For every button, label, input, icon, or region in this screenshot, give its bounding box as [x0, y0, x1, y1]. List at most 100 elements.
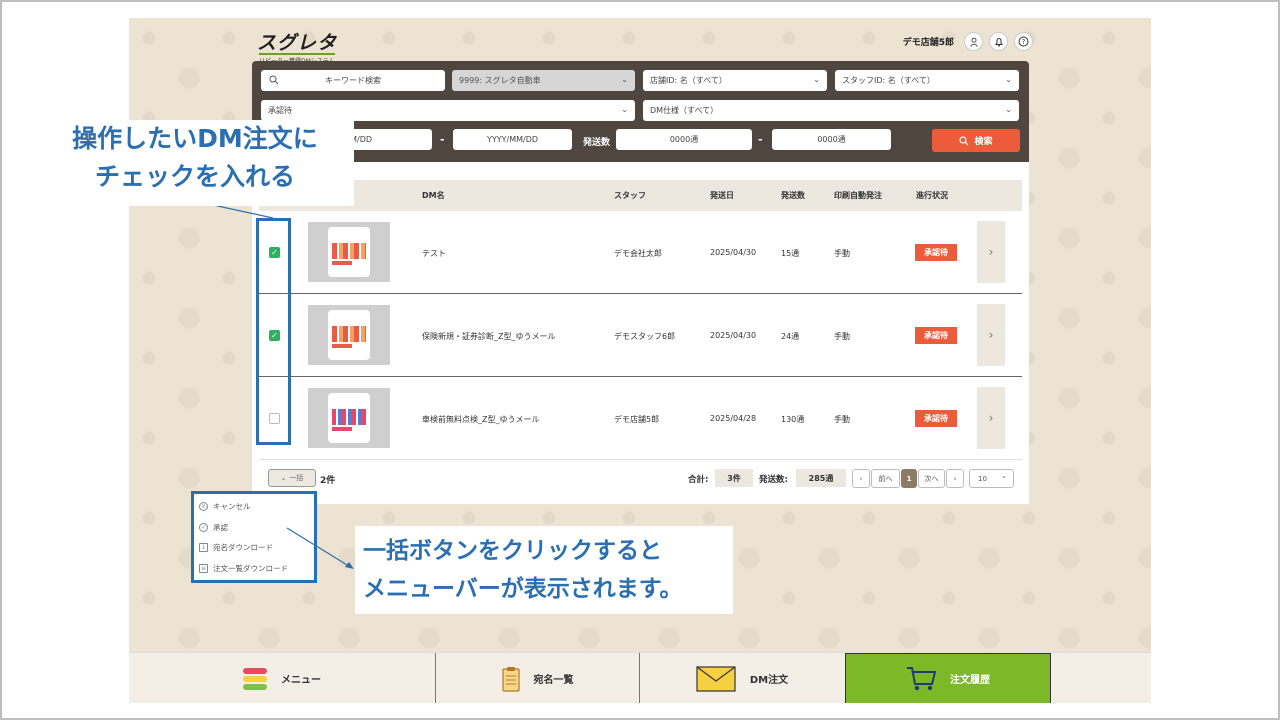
dm-name-cell: テスト [422, 249, 446, 258]
per-page-value: 10 [978, 474, 987, 483]
table-row[interactable]: 車検前無料点検_Z型_ゆうメール デモ店舗5郎 2025/04/28 130通 … [259, 377, 1022, 460]
callout-bulk-line2: メニューバーが表示されます。 [363, 576, 683, 602]
company-select[interactable]: 9999: スグレタ自動車 ⌄ [452, 70, 635, 91]
table-row[interactable]: ✓ テスト デモ会社太郎 2025/04/30 15通 手動 承認待 › [259, 211, 1022, 294]
checkbox-highlight-frame [256, 218, 291, 445]
nav-order-history[interactable]: 注文履歴 [845, 653, 1051, 703]
send-date-cell: 2025/04/30 [710, 248, 757, 257]
column-dm-name: DM名 [422, 191, 445, 200]
logo-text: スグレタ [257, 32, 338, 54]
column-send-count: 発送数 [781, 191, 805, 200]
auto-order-cell: 手動 [834, 332, 850, 341]
column-auto-order: 印刷自動発注 [834, 191, 882, 200]
chevron-right-icon[interactable]: › [977, 221, 1005, 283]
sent-label: 発送数: [759, 475, 788, 485]
callout-bulk-line1: 一括ボタンをクリックすると [363, 538, 662, 564]
nav-address-list-label: 宛名一覧 [533, 675, 574, 686]
count-from-input[interactable]: 0000通 [616, 129, 752, 150]
column-status: 進行状況 [916, 191, 948, 200]
chevron-down-icon: ⌄ [621, 75, 628, 84]
chevron-down-icon: ⌄ [1005, 105, 1012, 114]
column-staff: スタッフ [614, 191, 646, 200]
page-1-button[interactable]: 1 [901, 469, 917, 488]
prev-page-button[interactable]: 前へ [871, 469, 900, 488]
sent-value: 285通 [796, 469, 846, 487]
search-button[interactable]: 検索 [932, 129, 1020, 152]
chevron-down-icon: ⌄ [621, 105, 628, 114]
dm-thumbnail [308, 222, 390, 282]
chevron-right-icon[interactable]: › [977, 387, 1005, 449]
chevron-right-icon[interactable]: › [946, 469, 964, 488]
send-count-cell: 15通 [781, 249, 800, 258]
search-button-label: 検索 [974, 137, 993, 147]
send-count-cell: 130通 [781, 415, 805, 424]
staff-select[interactable]: スタッフID: 名（すべて） ⌄ [835, 70, 1019, 91]
user-name: デモ店舗5郎 [902, 38, 954, 48]
selected-count: 2件 [320, 476, 336, 486]
shopping-cart-icon [907, 666, 936, 690]
date-to-placeholder: YYYY/MM/DD [486, 135, 539, 144]
auto-order-cell: 手動 [834, 249, 850, 258]
chevron-down-icon: ⌄ [280, 474, 287, 482]
count-from-placeholder: 0000通 [669, 135, 699, 144]
status-select[interactable]: 承認待 ⌄ [261, 100, 635, 121]
per-page-select[interactable]: 10 ⌄ [969, 469, 1014, 488]
nav-address-list[interactable]: 宛名一覧 [436, 653, 639, 703]
staff-cell: デモスタッフ6郎 [614, 332, 676, 341]
bottom-nav: メニュー 宛名一覧 DM注文 注文履歴 [129, 652, 1151, 703]
nav-menu[interactable]: メニュー [129, 653, 435, 703]
date-to-input[interactable]: YYYY/MM/DD [453, 129, 572, 150]
status-badge: 承認待 [915, 410, 957, 427]
send-date-cell: 2025/04/28 [710, 414, 757, 423]
count-to-placeholder: 0000通 [817, 135, 846, 144]
dm-thumbnail [308, 388, 390, 448]
store-select[interactable]: 店舗ID: 名（すべて） ⌄ [643, 70, 827, 91]
dm-name-cell: 保険新規・証券診断_Z型_ゆうメール [422, 332, 556, 341]
dm-thumbnail [308, 305, 390, 365]
send-count-cell: 24通 [781, 332, 800, 341]
dm-name-cell: 車検前無料点検_Z型_ゆうメール [422, 415, 540, 424]
help-icon[interactable]: ? [1014, 32, 1033, 51]
staff-value: スタッフID: 名（すべて） [842, 76, 935, 85]
dm-spec-select[interactable]: DM仕様（すべて） ⌄ [643, 100, 1019, 121]
table-row[interactable]: ✓ 保険新規・証券診断_Z型_ゆうメール デモスタッフ6郎 2025/04/30… [259, 294, 1022, 377]
menu-highlight-frame [191, 491, 317, 583]
clipboard-icon [501, 666, 520, 692]
chevron-down-icon: ⌄ [1001, 472, 1007, 480]
nav-dm-order[interactable]: DM注文 [640, 653, 844, 703]
status-value: 承認待 [268, 106, 292, 115]
send-count-label: 発送数 [583, 138, 611, 148]
bulk-action-button[interactable]: ⌄ 一括 [268, 469, 316, 487]
count-range-dash: - [758, 133, 763, 146]
envelope-icon [696, 665, 736, 692]
menu-icon [243, 667, 267, 690]
chevron-right-icon[interactable]: › [977, 304, 1005, 366]
app-logo[interactable]: スグレタ リピーター獲得DMシステム [257, 28, 338, 65]
user-area: デモ店舗5郎 ? [903, 32, 1033, 51]
status-badge: 承認待 [915, 327, 957, 344]
callout-bulk: 一括ボタンをクリックすると メニューバーが表示されます。 [355, 526, 733, 614]
column-send-date: 発送日 [710, 191, 734, 200]
search-icon [269, 75, 279, 85]
chevron-left-icon[interactable]: ‹ [852, 469, 870, 488]
staff-cell: デモ店舗5郎 [614, 415, 660, 424]
next-page-button[interactable]: 次へ [918, 469, 945, 488]
user-icon[interactable] [964, 32, 983, 51]
status-badge: 承認待 [915, 244, 957, 261]
count-to-input[interactable]: 0000通 [772, 129, 891, 150]
filter-panel: キーワード検索 9999: スグレタ自動車 ⌄ 店舗ID: 名（すべて） ⌄ ス… [252, 61, 1029, 162]
auto-order-cell: 手動 [834, 415, 850, 424]
date-range-dash: - [440, 133, 445, 146]
dm-spec-value: DM仕様（すべて） [650, 106, 719, 115]
callout-check-line1: 操作したいDM注文に [72, 124, 318, 153]
bell-icon[interactable] [989, 32, 1008, 51]
order-table: DM名 スタッフ 発送日 発送数 印刷自動発注 進行状況 ✓ テスト デモ会社太… [252, 162, 1029, 504]
send-date-cell: 2025/04/30 [710, 331, 757, 340]
company-value: 9999: スグレタ自動車 [459, 76, 541, 85]
total-label: 合計: [688, 475, 709, 485]
keyword-search-input[interactable]: キーワード検索 [261, 70, 445, 91]
total-value: 3件 [715, 469, 753, 487]
nav-menu-label: メニュー [281, 675, 321, 686]
bulk-label: 一括 [289, 474, 304, 482]
nav-dm-order-label: DM注文 [749, 675, 789, 686]
